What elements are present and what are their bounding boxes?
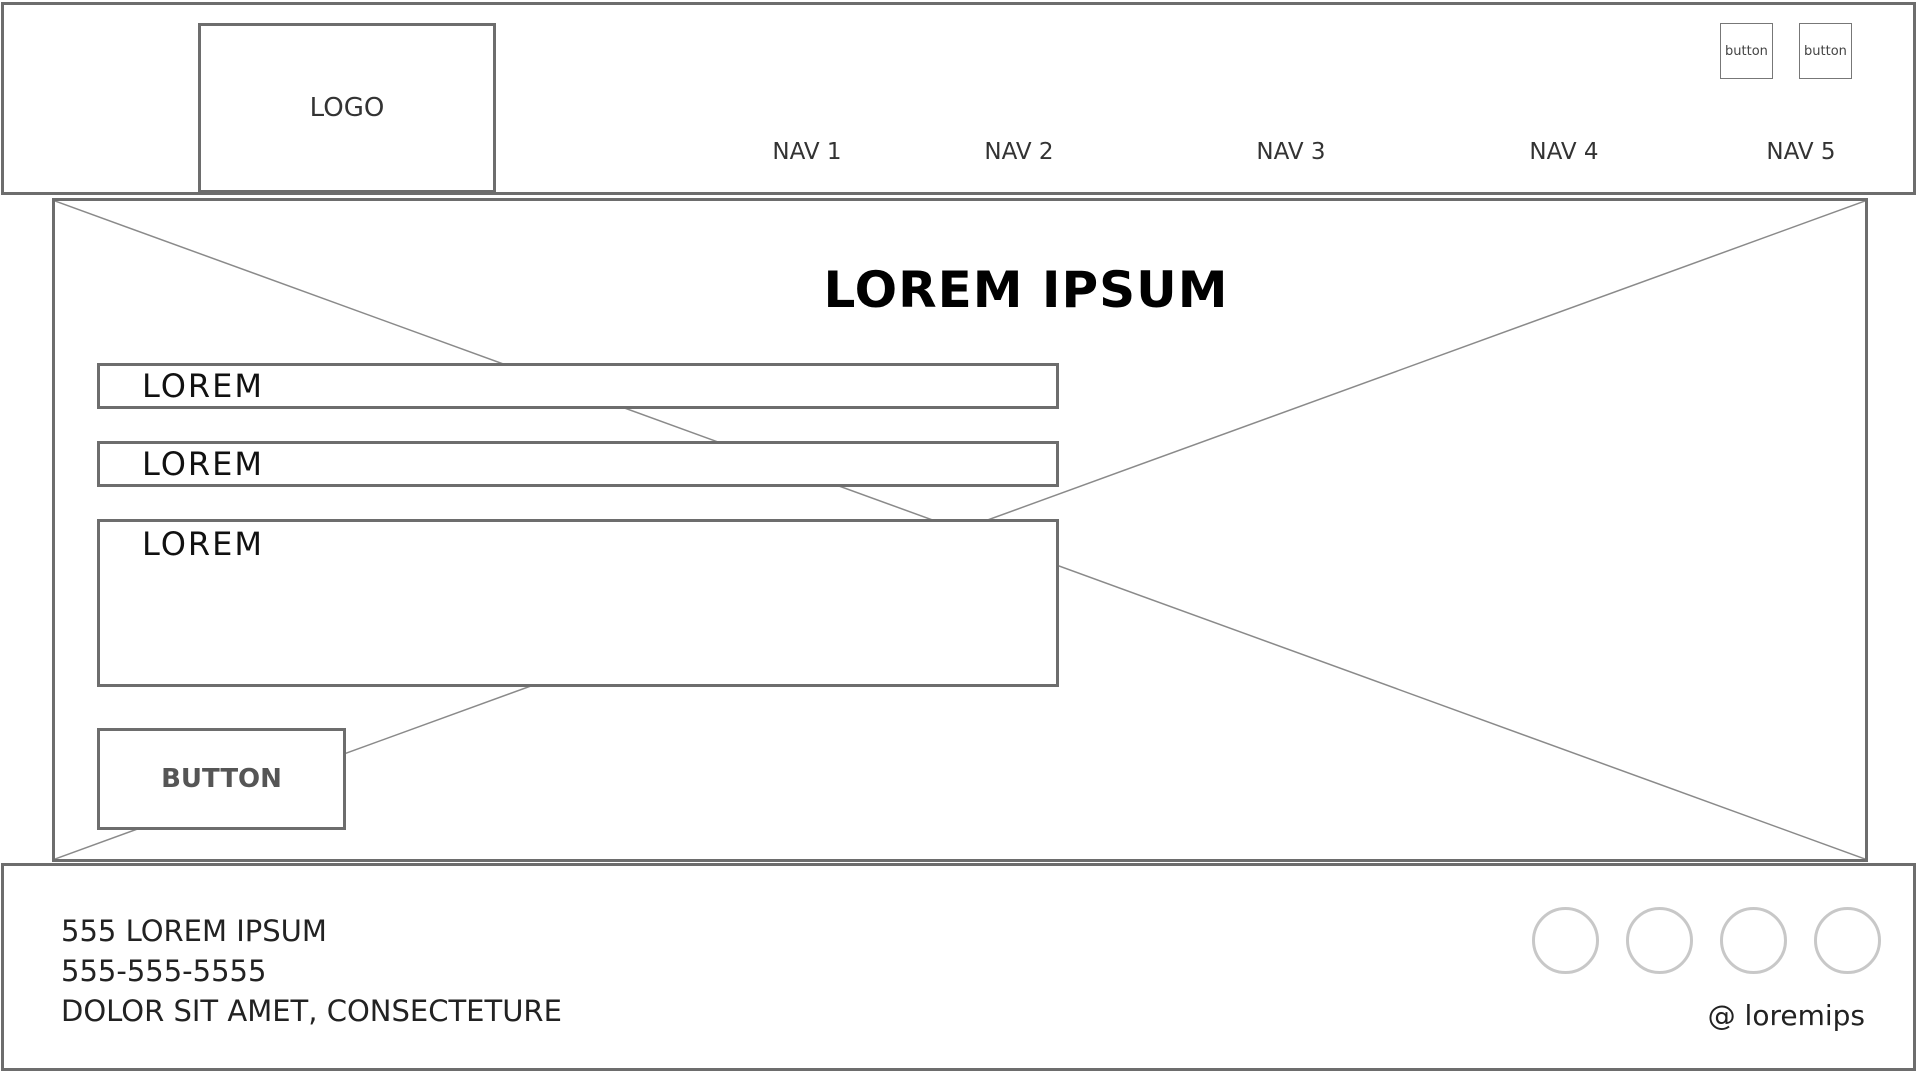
social-handle[interactable]: @ loremips — [1708, 999, 1865, 1032]
site-header: LOGO NAV 1 NAV 2 NAV 3 NAV 4 NAV 5 butto… — [1, 2, 1916, 195]
form-textarea-label: LOREM — [142, 525, 264, 563]
form-field-1-label: LOREM — [142, 367, 264, 405]
header-button-2-label: button — [1804, 43, 1847, 59]
hero-title: LOREM IPSUM — [823, 261, 1229, 319]
logo[interactable]: LOGO — [198, 23, 496, 193]
submit-button-label: BUTTON — [161, 764, 282, 794]
logo-text: LOGO — [309, 93, 385, 123]
social-icon-2[interactable] — [1626, 907, 1693, 974]
footer-phone: 555-555-5555 — [61, 954, 267, 988]
nav-item-1[interactable]: NAV 1 — [772, 139, 841, 165]
hero-section: LOREM IPSUM LOREM LOREM LOREM BUTTON — [52, 198, 1868, 862]
social-icon-1[interactable] — [1532, 907, 1599, 974]
site-footer: 555 LOREM IPSUM 555-555-5555 DOLOR SIT A… — [1, 863, 1916, 1071]
form-field-2[interactable]: LOREM — [97, 441, 1059, 487]
social-icon-4[interactable] — [1814, 907, 1881, 974]
footer-address-line-1: 555 LOREM IPSUM — [61, 914, 327, 948]
header-button-1[interactable]: button — [1720, 23, 1773, 79]
nav-item-3[interactable]: NAV 3 — [1256, 139, 1325, 165]
nav-item-4[interactable]: NAV 4 — [1529, 139, 1598, 165]
footer-address-line-2: DOLOR SIT AMET, CONSECTETURE — [61, 994, 562, 1028]
header-button-1-label: button — [1725, 43, 1768, 59]
form-field-2-label: LOREM — [142, 445, 264, 483]
header-button-2[interactable]: button — [1799, 23, 1852, 79]
nav-item-5[interactable]: NAV 5 — [1766, 139, 1835, 165]
form-textarea[interactable]: LOREM — [97, 519, 1059, 687]
submit-button[interactable]: BUTTON — [97, 728, 346, 830]
social-icon-3[interactable] — [1720, 907, 1787, 974]
nav-item-2[interactable]: NAV 2 — [984, 139, 1053, 165]
form-field-1[interactable]: LOREM — [97, 363, 1059, 409]
